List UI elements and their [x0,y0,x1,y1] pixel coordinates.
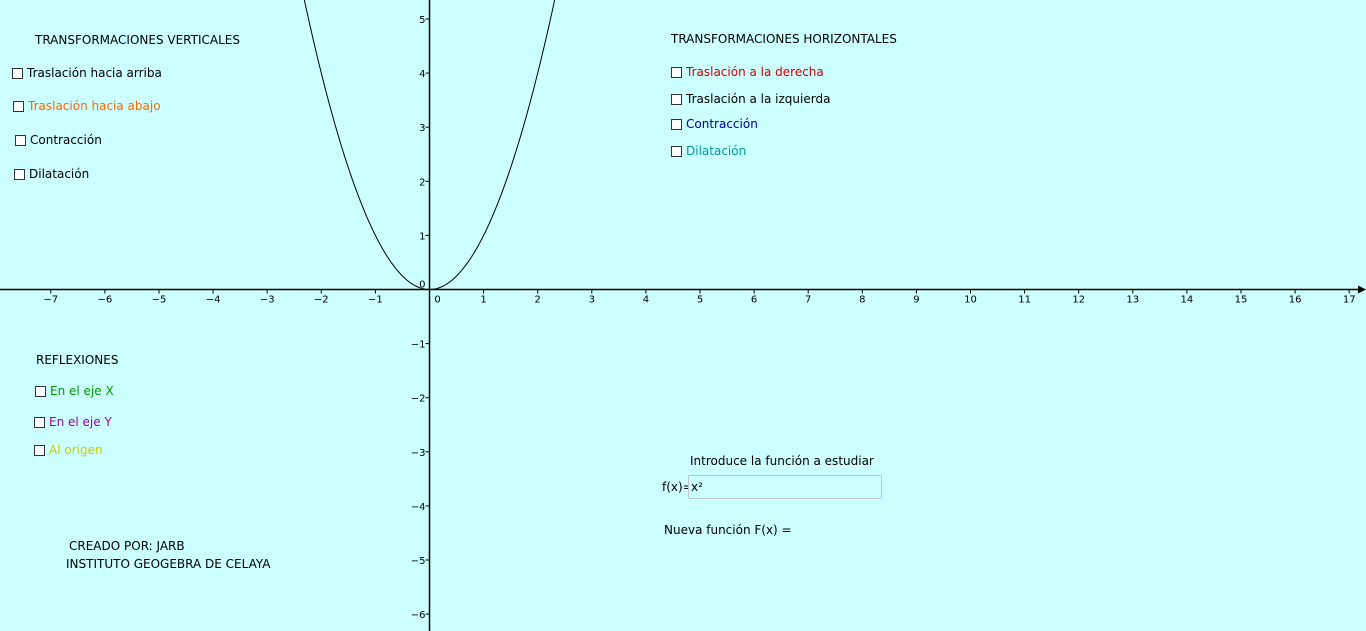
checkbox-horizontal-left[interactable]: Traslación a la izquierda [671,92,830,106]
y-tick-label: −2 [411,394,426,405]
vertical-transformations-title: TRANSFORMACIONES VERTICALES [35,33,240,47]
x-tick-label: 15 [1235,295,1248,306]
checkbox-box[interactable] [14,168,25,180]
checkbox-vertical-down[interactable]: Traslación hacia abajo [13,99,161,113]
x-tick-label: 11 [1018,295,1031,306]
x-tick-label: 12 [1072,295,1085,306]
checkbox-box[interactable] [12,67,23,79]
y-axis-ticks: 543210−1−2−3−4−5−6 [411,15,430,621]
checkbox-label: Dilatación [686,144,747,158]
y-tick-label: −3 [411,448,426,459]
checkbox-horizontal-contraction[interactable]: Contracción [671,117,758,131]
checkbox-box[interactable] [34,444,45,456]
checkbox-reflect-x-axis[interactable]: En el eje X [35,384,114,398]
x-tick-label: 14 [1181,295,1194,306]
checkbox-label: Traslación hacia arriba [27,66,162,80]
y-tick-label: 1 [419,231,425,242]
checkbox-box[interactable] [34,416,45,428]
y-tick-label: 5 [419,15,425,26]
y-tick-label: 3 [419,123,425,134]
credits-institute: INSTITUTO GEOGEBRA DE CELAYA [66,557,271,571]
x-tick-label: 17 [1343,295,1356,306]
checkbox-label: Traslación a la izquierda [686,92,831,106]
x-tick-label: 7 [805,295,811,306]
reflections-title: REFLEXIONES [36,353,119,367]
x-tick-label: −4 [206,295,221,306]
checkbox-reflect-origin[interactable]: Al origen [34,443,103,457]
y-tick-label: −4 [411,502,426,513]
function-prompt: Introduce la función a estudiar [690,454,874,468]
checkbox-label: Traslación a la derecha [686,65,824,79]
checkbox-label: Al origen [49,443,103,457]
checkbox-label: En el eje X [50,384,114,398]
checkbox-label: Contracción [686,117,758,131]
x-tick-label: −6 [98,295,113,306]
x-tick-label: 9 [913,295,919,306]
x-tick-label: −5 [152,295,167,306]
checkbox-box[interactable] [671,93,682,105]
x-tick-label: −7 [43,295,58,306]
checkbox-label: En el eje Y [49,415,112,429]
x-tick-label: 16 [1289,295,1302,306]
checkbox-label: Traslación hacia abajo [28,99,161,113]
x-tick-label: 5 [697,295,703,306]
horizontal-transformations-title: TRANSFORMACIONES HORIZONTALES [671,32,897,46]
x-axis-arrow [1358,285,1366,294]
x-tick-label: 4 [643,295,649,306]
x-tick-label: −1 [368,295,383,306]
x-tick-label: 3 [589,295,595,306]
checkbox-box[interactable] [35,385,46,397]
x-axis-ticks: −7 −6 −5 −4 −3 −2 −1 0 1 2 3 4 5 6 7 8 9 10 11 12 13 14 15 16 17 [43,289,1356,306]
checkbox-box[interactable] [671,145,682,157]
x-tick-label: −3 [260,295,275,306]
x-tick-label: 10 [964,295,977,306]
checkbox-label: Contracción [30,133,102,147]
function-input-field[interactable] [688,475,882,499]
y-tick-label: 2 [419,177,425,188]
checkbox-reflect-y-axis[interactable]: En el eje Y [34,415,112,429]
x-tick-label: −2 [314,295,329,306]
credits-author: CREADO POR: JARB [69,539,185,553]
x-tick-label: 8 [859,295,865,306]
y-tick-label: −6 [411,610,426,621]
x-tick-label: 2 [535,295,541,306]
y-tick-label: −5 [411,556,426,567]
checkbox-label: Dilatación [29,167,90,181]
y-tick-label: 4 [419,69,425,80]
checkbox-vertical-contraction[interactable]: Contracción [15,133,102,147]
checkbox-vertical-dilation[interactable]: Dilatación [14,167,89,181]
checkbox-box[interactable] [15,134,26,146]
checkbox-box[interactable] [671,66,682,78]
x-tick-label: 6 [751,295,757,306]
checkbox-vertical-up[interactable]: Traslación hacia arriba [12,66,162,80]
x-tick-label: 1 [480,295,486,306]
x-tick-label: 13 [1126,295,1139,306]
checkbox-horizontal-right[interactable]: Traslación a la derecha [671,65,824,79]
new-function-label: Nueva función F(x) = [664,523,792,537]
checkbox-box[interactable] [13,100,24,112]
checkbox-horizontal-dilation[interactable]: Dilatación [671,144,746,158]
x-tick-label: 0 [434,295,440,306]
y-tick-label: −1 [411,340,426,351]
checkbox-box[interactable] [671,118,682,130]
